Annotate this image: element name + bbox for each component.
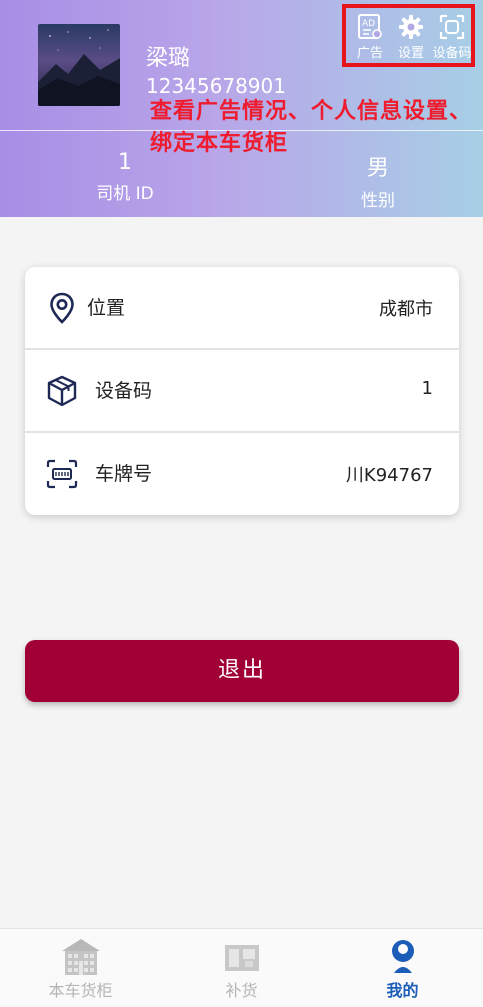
package-box-icon <box>47 375 77 407</box>
location-label: 位置 <box>87 297 126 319</box>
nav-item-mine[interactable]: 我的 <box>322 929 483 1007</box>
avatar[interactable] <box>38 24 120 106</box>
device-code-button[interactable]: 设备码 <box>430 14 474 61</box>
top-actions-highlight: AD 广告 设置 设备码 <box>342 4 475 67</box>
driver-id-label: 司机 ID <box>96 184 154 204</box>
info-row-device-code[interactable]: 设备码 1 <box>25 350 459 432</box>
gear-icon <box>399 15 423 39</box>
user-name: 梁璐 <box>146 46 191 71</box>
cabinet-icon <box>62 939 100 975</box>
settings-label: 设置 <box>397 46 424 61</box>
profile-icon <box>392 940 414 973</box>
logout-button[interactable]: 退出 <box>25 640 459 702</box>
info-row-location[interactable]: 位置 成都市 <box>25 267 459 349</box>
device-code-value: 1 <box>421 378 433 399</box>
nav-label-mine: 我的 <box>386 981 419 1000</box>
plate-label: 车牌号 <box>95 463 153 485</box>
ad-button[interactable]: AD 广告 <box>348 14 392 61</box>
gender-label: 性别 <box>361 191 395 211</box>
location-value: 成都市 <box>379 299 433 320</box>
user-phone: 12345678901 <box>146 74 286 98</box>
nav-label-restock: 补货 <box>225 981 258 1000</box>
restock-icon <box>225 945 259 971</box>
device-code-row-label: 设备码 <box>95 380 153 402</box>
nav-item-restock[interactable]: 补货 <box>161 929 322 1007</box>
location-pin-icon <box>50 292 74 324</box>
device-code-label: 设备码 <box>432 46 472 61</box>
svg-text:AD: AD <box>362 19 375 29</box>
ad-label: 广告 <box>356 46 383 61</box>
scan-icon <box>439 14 465 40</box>
plate-value: 川K94767 <box>345 465 433 486</box>
bottom-nav: 本车货柜 补货 我的 <box>0 928 483 1007</box>
nav-label-cabinet: 本车货柜 <box>48 981 113 1000</box>
profile-header: 梁璐 12345678901 1 司机 ID 男 性别 AD 广告 设置 设备码… <box>0 0 483 217</box>
ad-icon: AD <box>358 14 382 39</box>
annotation-text: 查看广告情况、个人信息设置、绑定本车货柜 <box>150 99 473 156</box>
nav-item-cabinet[interactable]: 本车货柜 <box>0 929 161 1007</box>
info-card: 位置 成都市 设备码 1 车牌号 川K94767 <box>25 267 459 515</box>
settings-button[interactable]: 设置 <box>389 14 433 61</box>
license-plate-icon <box>46 459 78 489</box>
info-row-plate[interactable]: 车牌号 川K94767 <box>25 433 459 515</box>
